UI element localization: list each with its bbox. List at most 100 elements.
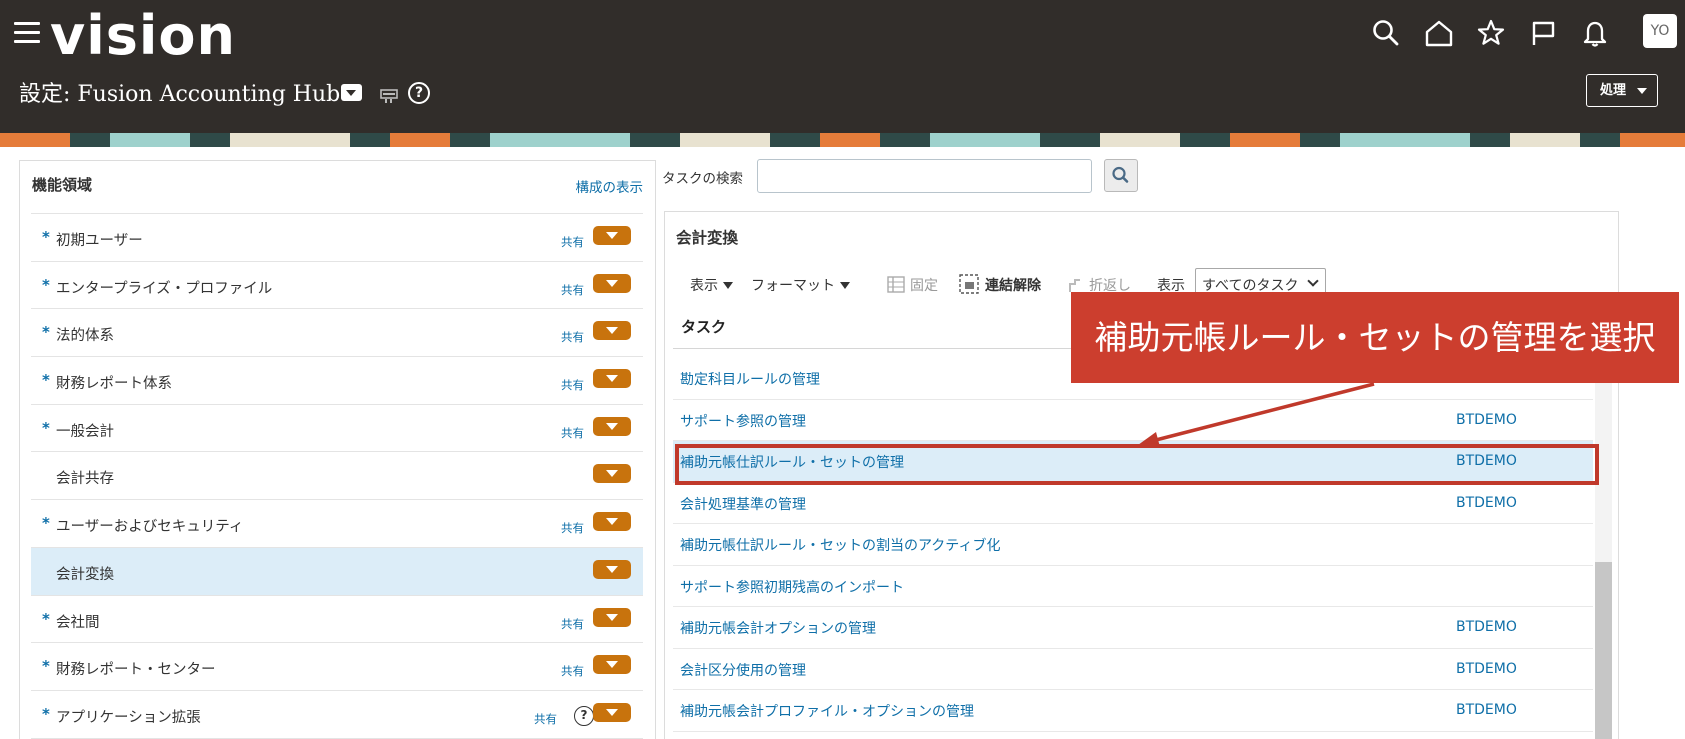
actions-button[interactable]: 処理 bbox=[1586, 74, 1658, 107]
area-label: 会計共存 bbox=[56, 471, 114, 488]
favorites-icon[interactable] bbox=[1476, 18, 1506, 48]
area-label: 法的体系 bbox=[56, 328, 114, 345]
detach-button[interactable]: 連結解除 bbox=[985, 275, 1041, 295]
task-search-label: タスクの検索 bbox=[662, 171, 743, 187]
task-link[interactable]: サポート参照初期残高のインポート bbox=[680, 577, 904, 597]
table-row[interactable]: 補助元帳仕訳ルール・セットの割当のアクティブ化 bbox=[673, 524, 1593, 566]
area-item-users-and-security[interactable]: * ユーザーおよびセキュリティ 共有 bbox=[31, 500, 643, 548]
wrap-icon bbox=[1069, 279, 1080, 292]
shared-label: 共有 bbox=[561, 330, 584, 345]
chevron-down-icon[interactable] bbox=[593, 607, 631, 627]
area-label: 会計変換 bbox=[56, 566, 114, 583]
menu-icon[interactable] bbox=[14, 22, 40, 44]
home-icon[interactable] bbox=[1424, 18, 1454, 48]
chevron-down-icon[interactable] bbox=[593, 559, 631, 579]
task-link[interactable]: 補助元帳会計プロファイル・オプションの管理 bbox=[680, 701, 974, 721]
chevron-down-icon[interactable] bbox=[593, 655, 631, 675]
area-item-financial-reporting-center[interactable]: * 財務レポート・センター 共有 bbox=[31, 643, 643, 691]
area-label: 一般会計 bbox=[56, 423, 114, 440]
chevron-down-icon[interactable] bbox=[593, 321, 631, 341]
annotation-highlight-box bbox=[675, 444, 1599, 485]
help-icon[interactable]: ? bbox=[574, 705, 594, 726]
required-marker: * bbox=[42, 275, 50, 294]
required-marker: * bbox=[42, 704, 50, 723]
area-item-intercompany[interactable]: * 会社間 共有 bbox=[31, 596, 643, 644]
required-marker: * bbox=[42, 371, 50, 390]
chevron-down-icon[interactable] bbox=[593, 702, 631, 722]
area-label: ユーザーおよびセキュリティ bbox=[56, 519, 244, 536]
search-icon[interactable] bbox=[1371, 18, 1401, 48]
task-search-input[interactable] bbox=[757, 159, 1092, 193]
page-title: 設定: Fusion Accounting Hub bbox=[19, 82, 341, 107]
chevron-down-icon[interactable] bbox=[593, 273, 631, 293]
shared-label: 共有 bbox=[561, 521, 584, 536]
shared-label: 共有 bbox=[561, 616, 584, 631]
shared-label: 共有 bbox=[561, 282, 584, 297]
freeze-icon bbox=[887, 276, 905, 293]
task-link[interactable]: 補助元帳会計オプションの管理 bbox=[680, 618, 876, 638]
chevron-down-icon[interactable] bbox=[593, 512, 631, 532]
owner-link[interactable]: BTDEMO bbox=[1456, 495, 1517, 511]
shared-label: 共有 bbox=[561, 235, 584, 249]
caret-down-icon bbox=[723, 282, 733, 289]
table-row[interactable]: サポート参照初期残高のインポート bbox=[673, 566, 1593, 607]
owner-link[interactable]: BTDEMO bbox=[1456, 619, 1517, 635]
area-item-application-extensions[interactable]: * アプリケーション拡張 共有 ? bbox=[31, 691, 643, 739]
table-row[interactable]: 会計処理基準の管理 BTDEMO bbox=[673, 483, 1593, 524]
task-link[interactable]: 会計区分使用の管理 bbox=[680, 660, 806, 680]
owner-link[interactable]: BTDEMO bbox=[1456, 661, 1517, 677]
area-item-accounting-coexistence[interactable]: 会計共存 bbox=[31, 452, 643, 501]
chevron-down-icon[interactable] bbox=[593, 416, 631, 436]
area-item-initial-users[interactable]: * 初期ユーザー 共有 bbox=[31, 214, 643, 262]
owner-link[interactable]: BTDEMO bbox=[1456, 702, 1517, 718]
required-marker: * bbox=[42, 657, 50, 676]
chevron-down-icon[interactable] bbox=[593, 369, 631, 389]
area-item-accounting-transformation[interactable]: 会計変換 bbox=[31, 547, 643, 596]
vertical-scrollbar[interactable] bbox=[1595, 369, 1612, 739]
notifications-icon[interactable] bbox=[1580, 18, 1610, 48]
shared-label: 共有 bbox=[534, 711, 557, 726]
decorative-banner bbox=[0, 133, 1685, 147]
chevron-down-icon[interactable] bbox=[593, 226, 631, 245]
freeze-button: 固定 bbox=[910, 278, 938, 294]
required-marker: * bbox=[42, 418, 50, 437]
area-item-legal-structure[interactable]: * 法的体系 共有 bbox=[31, 309, 643, 358]
owner-link[interactable]: BTDEMO bbox=[1456, 412, 1517, 428]
area-item-general-ledger[interactable]: * 一般会計 共有 bbox=[31, 405, 643, 453]
global-header: vision 設定: Fusion Accounting Hub ? YO 処理 bbox=[0, 0, 1685, 133]
area-label: 財務レポート体系 bbox=[56, 376, 172, 393]
functional-areas-list: * 初期ユーザー 共有 * エンタープライズ・プロファイル 共有 * 法的体系 … bbox=[31, 213, 643, 739]
flag-icon[interactable] bbox=[1528, 18, 1558, 48]
help-icon[interactable]: ? bbox=[408, 82, 430, 104]
format-menu-label: フォーマット bbox=[751, 278, 835, 294]
search-button[interactable] bbox=[1104, 159, 1138, 192]
functional-areas-panel: 機能領域 構成の表示 * 初期ユーザー 共有 * エンタープライズ・プロファイル… bbox=[19, 160, 656, 739]
required-marker: * bbox=[42, 609, 50, 628]
required-marker: * bbox=[42, 228, 50, 246]
user-avatar[interactable]: YO bbox=[1643, 14, 1677, 48]
search-icon bbox=[1112, 166, 1129, 183]
shared-label: 共有 bbox=[561, 425, 584, 440]
task-link[interactable]: 勘定科目ルールの管理 bbox=[680, 369, 820, 389]
task-column-header[interactable]: タスク bbox=[681, 316, 726, 337]
table-row[interactable]: 会計区分使用の管理 BTDEMO bbox=[673, 649, 1593, 690]
area-item-financial-reporting-structure[interactable]: * 財務レポート体系 共有 bbox=[31, 357, 643, 405]
show-configuration-link[interactable]: 構成の表示 bbox=[576, 176, 644, 196]
tasks-panel-title: 会計変換 bbox=[676, 229, 739, 247]
task-link[interactable]: 会計処理基準の管理 bbox=[680, 494, 806, 514]
scrollbar-thumb[interactable] bbox=[1595, 562, 1612, 739]
task-link[interactable]: 補助元帳仕訳ルール・セットの割当のアクティブ化 bbox=[680, 535, 1000, 555]
view-menu-label: 表示 bbox=[690, 278, 718, 294]
table-row[interactable]: 補助元帳会計プロファイル・オプションの管理 BTDEMO bbox=[673, 690, 1593, 732]
tray-icon[interactable] bbox=[380, 88, 398, 104]
area-label: 会社間 bbox=[56, 614, 100, 631]
table-row[interactable]: 補助元帳会計オプションの管理 BTDEMO bbox=[673, 607, 1593, 649]
functional-areas-title: 機能領域 bbox=[32, 176, 93, 194]
task-link[interactable]: サポート参照の管理 bbox=[680, 411, 806, 431]
chevron-down-icon[interactable] bbox=[593, 464, 631, 484]
view-menu[interactable]: 表示 bbox=[690, 275, 733, 295]
area-item-enterprise-profile[interactable]: * エンタープライズ・プロファイル 共有 bbox=[31, 262, 643, 310]
detach-icon[interactable] bbox=[959, 274, 979, 294]
title-dropdown-icon[interactable] bbox=[341, 84, 362, 101]
format-menu[interactable]: フォーマット bbox=[751, 275, 850, 295]
